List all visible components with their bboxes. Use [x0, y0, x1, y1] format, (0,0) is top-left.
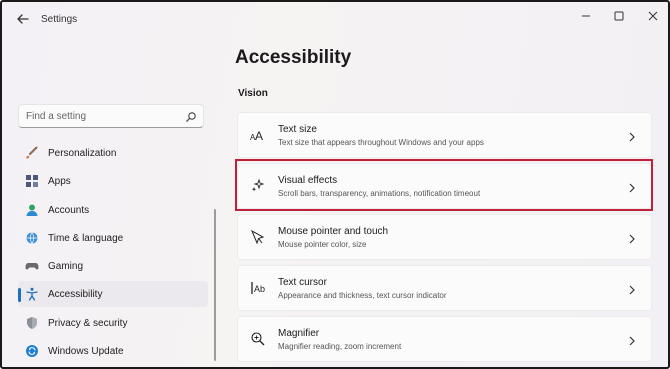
text-cursor-icon: Ab — [250, 280, 266, 296]
settings-window: Settings Find a setting Personalization — [0, 0, 670, 369]
sidebar-item-accounts[interactable]: Accounts — [18, 197, 208, 223]
sidebar-item-label: Accounts — [48, 204, 90, 216]
magnifier-icon — [250, 331, 266, 347]
card-subtitle: Scroll bars, transparency, animations, n… — [278, 189, 481, 198]
search-icon — [185, 110, 197, 122]
svg-text:Ab: Ab — [254, 284, 265, 294]
mouse-pointer-icon — [250, 229, 266, 245]
card-title: Text cursor — [278, 277, 327, 288]
title-bar: Settings — [2, 2, 668, 36]
shield-icon — [25, 316, 39, 330]
sidebar-nav: Personalization Apps Accounts Time & lan… — [18, 140, 208, 366]
globe-clock-icon — [25, 231, 39, 245]
setting-card-visual-effects[interactable]: Visual effects Scroll bars, transparency… — [237, 163, 652, 209]
card-title: Mouse pointer and touch — [278, 226, 389, 237]
card-subtitle: Magnifier reading, zoom increment — [278, 342, 402, 351]
card-subtitle: Mouse pointer color, size — [278, 240, 367, 249]
card-subtitle: Text size that appears throughout Window… — [278, 138, 484, 147]
chevron-right-icon — [627, 283, 637, 295]
close-icon[interactable] — [643, 8, 663, 24]
sidebar-item-label: Accessibility — [48, 289, 103, 301]
sidebar-item-label: Apps — [48, 176, 71, 188]
setting-card-text-cursor[interactable]: Ab Text cursor Appearance and thickness,… — [237, 265, 652, 311]
card-title: Text size — [278, 124, 317, 135]
app-title: Settings — [41, 14, 78, 25]
chevron-right-icon — [627, 130, 637, 142]
setting-card-mouse-pointer[interactable]: Mouse pointer and touch Mouse pointer co… — [237, 214, 652, 260]
setting-card-magnifier[interactable]: Magnifier Magnifier reading, zoom increm… — [237, 316, 652, 362]
svg-text:A: A — [255, 129, 263, 143]
sidebar-item-accessibility[interactable]: Accessibility — [18, 281, 208, 308]
accessibility-icon — [25, 287, 39, 302]
search-input[interactable]: Find a setting — [18, 104, 204, 128]
gamepad-icon — [25, 259, 39, 273]
person-icon — [25, 203, 39, 217]
apps-icon — [25, 174, 39, 188]
sidebar-item-label: Gaming — [48, 261, 84, 273]
search-placeholder: Find a setting — [26, 111, 87, 122]
card-title: Magnifier — [278, 328, 320, 339]
update-icon — [25, 344, 39, 358]
text-size-icon: AA — [250, 127, 266, 143]
sparkle-icon — [250, 178, 266, 194]
sidebar-item-time-language[interactable]: Time & language — [18, 225, 208, 251]
sidebar-item-personalization[interactable]: Personalization — [18, 140, 208, 166]
brush-icon — [25, 146, 39, 160]
sidebar-item-label: Time & language — [48, 232, 124, 244]
sidebar-item-label: Windows Update — [48, 346, 124, 358]
chevron-right-icon — [627, 181, 637, 193]
back-arrow-icon[interactable] — [15, 11, 31, 27]
minimize-icon[interactable] — [576, 8, 596, 24]
sidebar-item-windows-update[interactable]: Windows Update — [18, 338, 208, 364]
card-subtitle: Appearance and thickness, text cursor in… — [278, 291, 447, 300]
sidebar-item-label: Personalization — [48, 148, 117, 159]
sidebar-item-apps[interactable]: Apps — [18, 168, 208, 194]
section-title: Vision — [238, 88, 268, 99]
page-title: Accessibility — [235, 47, 352, 68]
sidebar-item-label: Privacy & security — [48, 317, 128, 329]
maximize-icon[interactable] — [609, 8, 629, 24]
chevron-right-icon — [627, 334, 637, 346]
setting-card-text-size[interactable]: AA Text size Text size that appears thro… — [237, 112, 652, 158]
sidebar-scrollbar[interactable] — [214, 209, 216, 361]
sidebar-item-gaming[interactable]: Gaming — [18, 253, 208, 279]
chevron-right-icon — [627, 232, 637, 244]
card-title: Visual effects — [278, 175, 338, 186]
sidebar-item-privacy-security[interactable]: Privacy & security — [18, 310, 208, 336]
